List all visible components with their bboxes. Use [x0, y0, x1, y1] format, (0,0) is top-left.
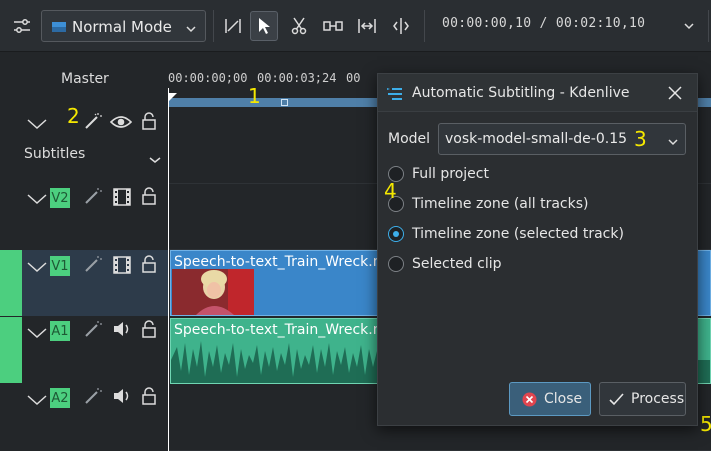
magic-wand-icon[interactable]: [84, 320, 102, 342]
clip-thumbnail: [172, 269, 254, 315]
track-tag-a2: A2: [50, 388, 70, 408]
track-headers: Master Subtitles V2 V1 A1 A2: [0, 52, 168, 451]
annotation-5: 5: [700, 412, 711, 436]
clip-name: Speech-to-text_Train_Wreck.mp: [174, 322, 396, 338]
timecode-menu-chevron-icon[interactable]: [675, 11, 703, 41]
speaker-icon[interactable]: [112, 320, 132, 342]
mode-icon: [52, 19, 66, 38]
model-label: Model: [388, 131, 431, 147]
collapse-chevron-icon[interactable]: [26, 392, 48, 411]
process-button[interactable]: Process: [599, 382, 686, 416]
radio-label: Timeline zone (all tracks): [412, 196, 589, 212]
speaker-icon[interactable]: [112, 387, 132, 409]
timecode-separator: /: [539, 16, 548, 31]
annotation-2: 2: [67, 104, 80, 128]
ruler-tick-label: 00: [346, 71, 361, 85]
film-icon[interactable]: [113, 188, 131, 210]
toolbar-separator: [213, 10, 214, 42]
kdenlive-window: Normal Mode 00:00:00,10 / 00:02:10,10 Ma…: [0, 0, 711, 451]
radio-label: Timeline zone (selected track): [412, 226, 624, 242]
dialog-titlebar: Automatic Subtitling - Kdenlive: [378, 74, 697, 112]
track-header-v2[interactable]: V2: [0, 184, 168, 250]
lock-icon[interactable]: [141, 255, 157, 277]
checkmark-icon: [609, 392, 624, 406]
razor-tool-icon[interactable]: [285, 11, 313, 41]
subtitles-chevron-icon[interactable]: [149, 150, 161, 169]
track-active-indicator: [0, 250, 22, 316]
track-tag-v2: V2: [50, 188, 70, 208]
lock-icon[interactable]: [141, 320, 157, 342]
option-selected-clip[interactable]: Selected clip: [388, 253, 502, 275]
annotation-3: 3: [634, 127, 647, 151]
chevron-down-icon: [667, 133, 679, 152]
track-header-a1[interactable]: A1: [0, 317, 168, 383]
collapse-chevron-icon[interactable]: [26, 259, 48, 278]
lock-icon[interactable]: [141, 387, 157, 409]
close-icon[interactable]: [667, 85, 683, 105]
master-label: Master: [61, 71, 109, 87]
magic-wand-icon[interactable]: [84, 387, 102, 409]
subtitle-app-icon: [387, 86, 403, 105]
sliders-icon[interactable]: [8, 11, 36, 41]
eye-icon[interactable]: [109, 114, 133, 133]
process-button-label: Process: [631, 391, 685, 407]
track-tag-a1: A1: [50, 321, 70, 341]
annotation-1: 1: [248, 84, 261, 108]
film-icon[interactable]: [113, 256, 131, 278]
annotation-4: 4: [384, 179, 397, 203]
toolbar-separator: [424, 10, 425, 42]
playhead[interactable]: [168, 88, 169, 451]
close-button-label: Close: [544, 391, 583, 407]
collapse-chevron-icon[interactable]: [26, 325, 48, 344]
track-header-a2[interactable]: A2: [0, 384, 168, 450]
slip-tool-icon[interactable]: [319, 11, 347, 41]
collapse-chevron-icon[interactable]: [26, 116, 48, 135]
track-active-indicator: [0, 317, 22, 383]
close-button[interactable]: Close: [509, 382, 591, 416]
option-full-project[interactable]: Full project: [388, 163, 489, 185]
automatic-subtitling-dialog: Automatic Subtitling - Kdenlive Model vo…: [377, 73, 698, 426]
ripple-tool-icon[interactable]: [353, 11, 381, 41]
cancel-icon: [522, 392, 537, 407]
radio-button[interactable]: [388, 256, 404, 272]
model-value: vosk-model-small-de-0.15: [445, 131, 628, 147]
playhead-marker-icon[interactable]: [168, 88, 178, 107]
timecode-current: 00:00:00,10: [442, 16, 532, 31]
collapse-chevron-icon[interactable]: [26, 191, 48, 210]
lock-icon[interactable]: [141, 112, 157, 134]
select-tool-icon[interactable]: [250, 11, 278, 41]
ruler-tick-label: 00:00:00;00: [168, 71, 248, 85]
track-header-v1[interactable]: V1: [0, 250, 168, 316]
magic-wand-icon[interactable]: [84, 187, 102, 209]
magic-wand-icon[interactable]: [84, 255, 102, 277]
track-tag-v1: V1: [50, 256, 70, 276]
radio-label: Full project: [412, 166, 489, 182]
spacer-tool-icon[interactable]: [219, 11, 247, 41]
radio-label: Selected clip: [412, 256, 502, 272]
chevron-down-icon: [185, 20, 197, 39]
subtitles-track-label: Subtitles: [24, 146, 86, 162]
zone-handle[interactable]: [281, 99, 288, 106]
multicam-tool-icon[interactable]: [387, 11, 415, 41]
toolbar-separator: [708, 10, 709, 42]
clip-name: Speech-to-text_Train_Wreck.mp: [174, 254, 396, 270]
model-select[interactable]: vosk-model-small-de-0.15: [438, 123, 686, 155]
option-zone-selected-track[interactable]: Timeline zone (selected track): [388, 223, 624, 245]
magic-wand-icon[interactable]: [84, 112, 102, 134]
main-toolbar: Normal Mode 00:00:00,10 / 00:02:10,10: [0, 0, 711, 52]
ruler-tick-label: 00:00:03;24: [257, 71, 337, 85]
mode-label: Normal Mode: [72, 18, 172, 36]
timecode-display: 00:00:00,10 / 00:02:10,10: [442, 16, 645, 31]
edit-mode-select[interactable]: Normal Mode: [41, 10, 206, 42]
timecode-total: 00:02:10,10: [555, 16, 646, 31]
dialog-title: Automatic Subtitling - Kdenlive: [412, 85, 630, 101]
radio-button-checked[interactable]: [388, 226, 404, 242]
option-zone-all-tracks[interactable]: Timeline zone (all tracks): [388, 193, 588, 215]
lock-icon[interactable]: [141, 187, 157, 209]
